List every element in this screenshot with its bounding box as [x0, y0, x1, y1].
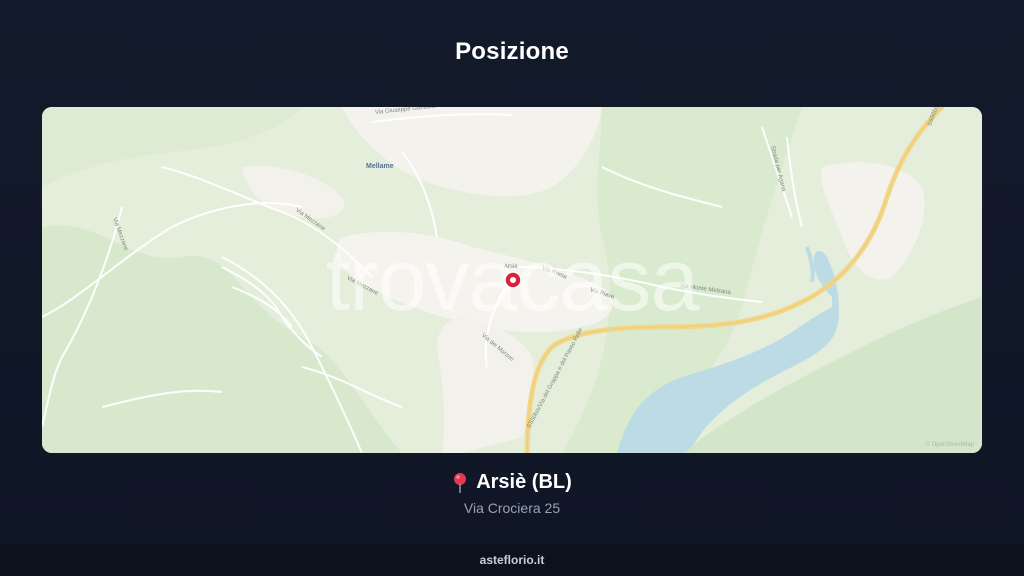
- location-marker-icon[interactable]: [504, 271, 522, 289]
- location-map[interactable]: Mellame Via Giuseppe Garibaldi Via Mezza…: [42, 107, 982, 453]
- footer-site-link[interactable]: asteflorio.it: [480, 553, 545, 567]
- page-title: Posizione: [455, 38, 569, 65]
- location-address: Via Crociera 25: [463, 500, 561, 516]
- footer: asteflorio.it: [0, 544, 1024, 576]
- map-attribution: © OpenStreetMap: [925, 442, 974, 448]
- town-label-mellame: Mellame: [366, 163, 394, 170]
- location-heading: Arsiè (BL): [0, 471, 1024, 494]
- map-pin-icon: [454, 472, 467, 493]
- location-name: Arsiè (BL): [476, 471, 572, 493]
- map-center-label: Arsiè: [504, 264, 518, 270]
